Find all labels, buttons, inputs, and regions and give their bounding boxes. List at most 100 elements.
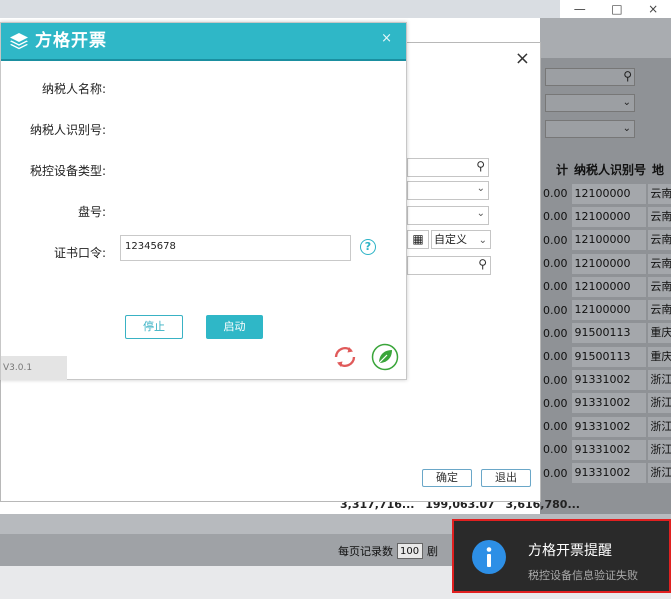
maximize-button[interactable]: □ bbox=[611, 2, 622, 16]
dialog-title: 方格开票 bbox=[35, 31, 107, 51]
cell-taxid: 91331002 bbox=[571, 439, 647, 460]
chevron-down-icon: ⌄ bbox=[476, 183, 485, 194]
background-search-field[interactable]: ⚲ bbox=[545, 68, 635, 86]
cell-region: 云南 bbox=[648, 253, 671, 274]
table-row[interactable]: 0.00 91331002 浙江 bbox=[540, 368, 671, 391]
background-select-1[interactable]: ⌄ bbox=[545, 94, 635, 112]
stop-button[interactable]: 停止 bbox=[125, 315, 183, 339]
column-header-taxid[interactable]: 纳税人识别号 bbox=[570, 161, 648, 178]
close-icon[interactable]: × bbox=[381, 31, 392, 46]
cell-taxid: 91331002 bbox=[571, 370, 647, 391]
page-label: 剧 bbox=[427, 545, 438, 558]
table-header: 计 纳税人识别号 地 bbox=[540, 156, 671, 182]
background-select-2[interactable]: ⌄ bbox=[545, 120, 635, 138]
table-row[interactable]: 0.00 12100000 云南 bbox=[540, 182, 671, 205]
taxpayer-name-label: 纳税人名称: bbox=[41, 82, 106, 96]
search-icon[interactable]: ⚲ bbox=[478, 257, 487, 271]
cell-region: 云南 bbox=[648, 300, 671, 321]
cert-password-input[interactable]: 12345678 bbox=[120, 235, 351, 261]
table-row[interactable]: 0.00 12100000 云南 bbox=[540, 275, 671, 298]
cell-taxid: 12100000 bbox=[571, 230, 647, 251]
cell-region: 云南 bbox=[648, 206, 671, 227]
device-type-label: 税控设备类型: bbox=[29, 164, 106, 178]
query-dialog-close-icon[interactable]: × bbox=[515, 48, 530, 69]
table-body: 0.00 12100000 云南 0.00 12100000 云南 0.00 12100000… bbox=[540, 182, 671, 485]
help-icon[interactable]: ? bbox=[360, 239, 376, 255]
table-row[interactable]: 0.00 12100000 云南 bbox=[540, 205, 671, 228]
cell-sum: 0.00 bbox=[543, 210, 568, 224]
cell-sum: 0.00 bbox=[543, 187, 568, 201]
query-search-input[interactable]: ⚲ bbox=[407, 158, 489, 177]
leaf-icon[interactable] bbox=[371, 343, 399, 371]
table-row[interactable]: 0.00 91500113 重庆 bbox=[540, 322, 671, 345]
date-range-value: 自定义 bbox=[434, 233, 467, 246]
cell-taxid: 91331002 bbox=[571, 416, 647, 437]
cell-taxid: 12100000 bbox=[571, 300, 647, 321]
invoice-table: 计 纳税人识别号 地 0.00 12100000 云南 0.00 12100000 云南 0… bbox=[540, 156, 671, 485]
cell-region: 云南 bbox=[648, 230, 671, 251]
search-icon[interactable]: ⚲ bbox=[476, 159, 485, 173]
table-row[interactable]: 0.00 12100000 云南 bbox=[540, 229, 671, 252]
minimize-button[interactable]: — bbox=[574, 2, 586, 16]
per-page-label: 每页记录数 bbox=[338, 545, 393, 558]
per-page-control: 每页记录数 100 剧 bbox=[338, 543, 438, 559]
table-row[interactable]: 0.00 91331002 浙江 bbox=[540, 462, 671, 485]
refresh-icon[interactable] bbox=[331, 343, 359, 371]
table-row[interactable]: 0.00 91331002 浙江 bbox=[540, 438, 671, 461]
cell-region: 云南 bbox=[648, 183, 671, 204]
cell-taxid: 91500113 bbox=[571, 346, 647, 367]
window-controls: — □ × bbox=[561, 0, 671, 18]
cell-taxid: 91500113 bbox=[571, 323, 647, 344]
table-row[interactable]: 0.00 91500113 重庆 bbox=[540, 345, 671, 368]
cell-taxid: 12100000 bbox=[571, 253, 647, 274]
window-close-button[interactable]: × bbox=[648, 2, 658, 16]
cert-password-label: 证书口令: bbox=[53, 246, 106, 260]
table-row[interactable]: 0.00 91331002 浙江 bbox=[540, 392, 671, 415]
cell-region: 浙江 bbox=[648, 463, 671, 484]
cell-taxid: 91331002 bbox=[571, 463, 647, 484]
exit-button[interactable]: 退出 bbox=[481, 469, 531, 487]
query-select-1[interactable]: ⌄ bbox=[407, 181, 489, 200]
cell-region: 云南 bbox=[648, 276, 671, 297]
notification-toast[interactable]: 方格开票提醒 税控设备信息验证失败 bbox=[452, 519, 671, 593]
toast-message: 税控设备信息验证失败 bbox=[528, 569, 638, 582]
search-icon: ⚲ bbox=[623, 69, 632, 83]
cell-sum: 0.00 bbox=[543, 280, 568, 294]
table-row[interactable]: 0.00 12100000 云南 bbox=[540, 298, 671, 321]
cell-sum: 0.00 bbox=[543, 350, 568, 364]
background-titlebar bbox=[0, 0, 560, 18]
toast-title: 方格开票提醒 bbox=[528, 543, 612, 559]
fangge-invoice-dialog: 方格开票 × 纳税人名称: 纳税人识别号: 税控设备类型: 盘号: 证书口令: … bbox=[0, 22, 407, 380]
date-range-row: ▦ 自定义 ⌄ bbox=[407, 230, 491, 249]
table-row[interactable]: 0.00 91331002 浙江 bbox=[540, 415, 671, 438]
cell-region: 浙江 bbox=[648, 370, 671, 391]
cell-sum: 0.00 bbox=[543, 257, 568, 271]
taxpayer-id-label: 纳税人识别号: bbox=[29, 123, 106, 137]
column-header-region[interactable]: 地 bbox=[648, 161, 671, 178]
cell-taxid: 12100000 bbox=[571, 206, 647, 227]
chevron-down-icon: ⌄ bbox=[622, 123, 631, 134]
query-select-2[interactable]: ⌄ bbox=[407, 206, 489, 225]
dialog-header: 方格开票 × bbox=[1, 23, 406, 59]
cell-taxid: 12100000 bbox=[571, 276, 647, 297]
cell-region: 浙江 bbox=[648, 393, 671, 414]
column-header-sum[interactable]: 计 bbox=[540, 161, 570, 178]
cell-taxid: 91331002 bbox=[571, 393, 647, 414]
query-date-input[interactable]: ⚲ bbox=[407, 256, 491, 275]
info-icon bbox=[472, 540, 506, 574]
per-page-input[interactable]: 100 bbox=[397, 543, 423, 559]
cell-sum: 0.00 bbox=[543, 326, 568, 340]
cell-taxid: 12100000 bbox=[571, 183, 647, 204]
chevron-down-icon: ⌄ bbox=[478, 235, 487, 246]
cell-sum: 0.00 bbox=[543, 373, 568, 387]
date-range-select[interactable]: 自定义 ⌄ bbox=[431, 230, 491, 249]
confirm-button[interactable]: 确定 bbox=[422, 469, 472, 487]
chevron-down-icon: ⌄ bbox=[476, 208, 485, 219]
chevron-down-icon: ⌄ bbox=[622, 97, 631, 108]
cell-sum: 0.00 bbox=[543, 420, 568, 434]
table-row[interactable]: 0.00 12100000 云南 bbox=[540, 252, 671, 275]
layers-logo-icon bbox=[10, 33, 28, 50]
calendar-icon[interactable]: ▦ bbox=[407, 230, 429, 249]
start-button[interactable]: 启动 bbox=[206, 315, 263, 339]
disk-number-label: 盘号: bbox=[77, 205, 106, 219]
